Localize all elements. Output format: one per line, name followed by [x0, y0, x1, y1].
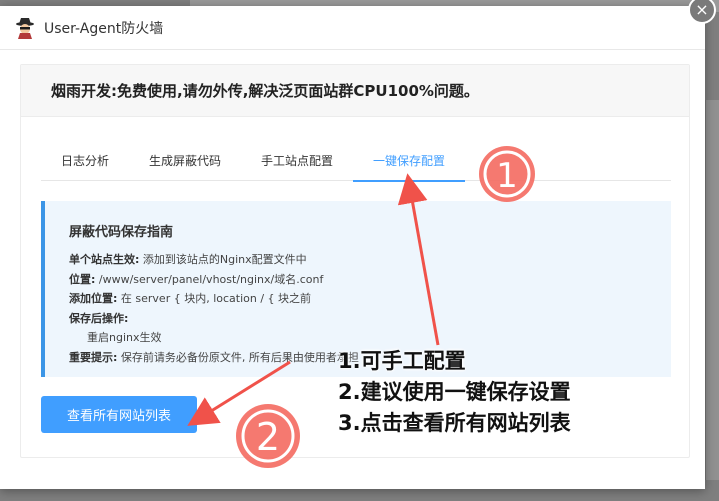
view-all-sites-button[interactable]: 查看所有网站列表	[41, 396, 197, 433]
guide-item-label: 单个站点生效:	[69, 253, 140, 266]
guide-item: 单个站点生效: 添加到该站点的Nginx配置文件中	[69, 250, 671, 270]
tab-generate-block-code[interactable]: 生成屏蔽代码	[129, 145, 241, 181]
guide-item-label: 添加位置:	[69, 292, 118, 305]
tab-log-analysis[interactable]: 日志分析	[41, 145, 129, 181]
tab-manual-site-config[interactable]: 手工站点配置	[241, 145, 353, 181]
tab-one-click-save[interactable]: 一键保存配置	[353, 145, 466, 182]
guide-item-text: 保存前请务必备份原文件, 所有后果由使用者承担	[120, 350, 359, 364]
guide-item: 位置: /www/server/panel/vhost/nginx/域名.con…	[69, 270, 671, 290]
guide-item: 添加位置: 在 server { 块内, location / { 块之前	[69, 289, 671, 309]
spy-logo-icon	[14, 17, 36, 39]
guide-item-text: 添加到该站点的Nginx配置文件中	[142, 253, 307, 266]
guide-item-label: 重要提示:	[69, 350, 118, 364]
annotation-line: 2.建议使用一键保存设置	[338, 380, 571, 404]
annotation-notes: 1.可手工配置 2.建议使用一键保存设置 3.点击查看所有网站列表	[338, 346, 571, 439]
guide-item-label: 位置:	[69, 272, 96, 286]
tab-bar: 日志分析 生成屏蔽代码 手工站点配置 一键保存配置	[41, 145, 671, 182]
annotation-line: 1.可手工配置	[338, 349, 466, 373]
guide-item-text: 在 server { 块内, location / { 块之前	[120, 292, 312, 305]
background-side-panel	[705, 100, 719, 480]
dialog-header: User-Agent防火墙	[0, 6, 705, 50]
guide-item-label: 保存后操作:	[69, 311, 129, 325]
guide-item-text: /www/server/panel/vhost/nginx/域名.conf	[98, 272, 324, 286]
dialog-title: User-Agent防火墙	[44, 20, 164, 37]
annotation-line: 3.点击查看所有网站列表	[338, 411, 571, 435]
notice-banner: 烟雨开发:免费使用,请勿外传,解决泛页面站群CPU100%问题。	[21, 65, 689, 117]
guide-item-text: 重启nginx生效	[87, 331, 162, 344]
guide-item: 重启nginx生效	[69, 328, 671, 348]
guide-item: 保存后操作:	[69, 309, 671, 329]
guide-title: 屏蔽代码保存指南	[69, 225, 174, 240]
